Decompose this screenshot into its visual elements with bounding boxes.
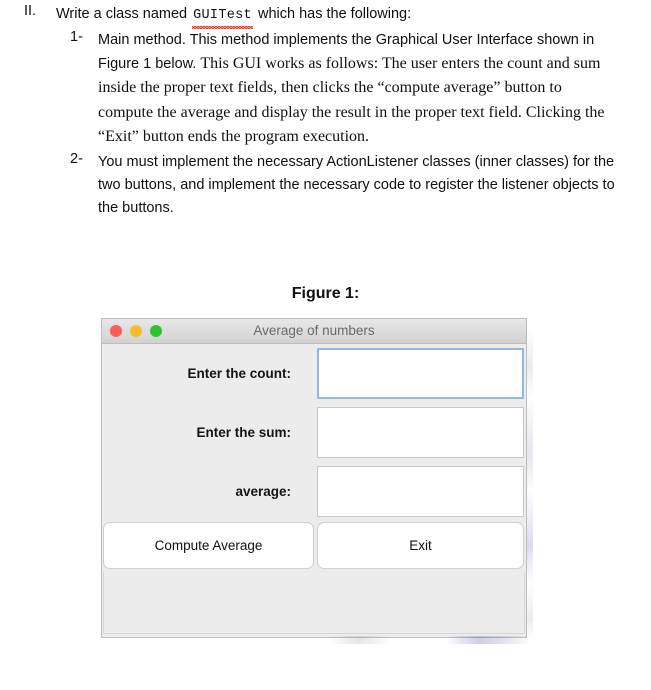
lead-prefix: Write a class named [56, 6, 188, 22]
window-filler-panel [103, 572, 525, 634]
question-lead-row: II. Write a class named GUITest which ha… [0, 0, 651, 29]
question-block: II. Write a class named GUITest which ha… [0, 0, 651, 221]
figure-caption: Figure 1: [291, 285, 360, 302]
item-1-body: Main method. This method implements the … [98, 29, 618, 149]
item-2-marker: 2- [70, 151, 83, 168]
figure-gui-window: Average of numbers Enter the count: Ente… [101, 318, 527, 638]
window-button-row: Compute Average Exit [102, 522, 526, 571]
scan-artifact-right [527, 330, 533, 638]
window-title: Average of numbers [253, 323, 375, 338]
sum-input[interactable] [317, 407, 524, 458]
count-label: Enter the count: [187, 366, 292, 381]
question-item-1: 1- Main method. This method implements t… [0, 29, 651, 149]
average-label: average: [235, 484, 291, 499]
class-name-token: GUITest [191, 4, 254, 29]
sum-label: Enter the sum: [196, 425, 291, 440]
form-row-count: Enter the count: [102, 344, 526, 403]
count-input[interactable] [317, 348, 524, 399]
window-body: Enter the count: Enter the sum: average:… [102, 344, 526, 637]
form-row-sum: Enter the sum: [102, 403, 526, 462]
question-item-2: 2- You must implement the necessary Acti… [0, 151, 651, 221]
average-input[interactable] [317, 466, 524, 517]
form-row-average: average: [102, 462, 526, 521]
item-1-marker: 1- [70, 29, 83, 45]
lead-suffix: which has the following: [257, 6, 412, 22]
item-2-body: You must implement the necessary ActionL… [98, 151, 618, 221]
window-titlebar[interactable]: Average of numbers [102, 319, 526, 344]
question-lead-text: Write a class named GUITest which has th… [0, 0, 651, 29]
exit-button[interactable]: Exit [317, 522, 524, 569]
item-2-segment-sans: You must implement the necessary ActionL… [98, 154, 615, 217]
compute-average-button[interactable]: Compute Average [103, 522, 314, 569]
question-roman-marker: II. [24, 3, 37, 19]
